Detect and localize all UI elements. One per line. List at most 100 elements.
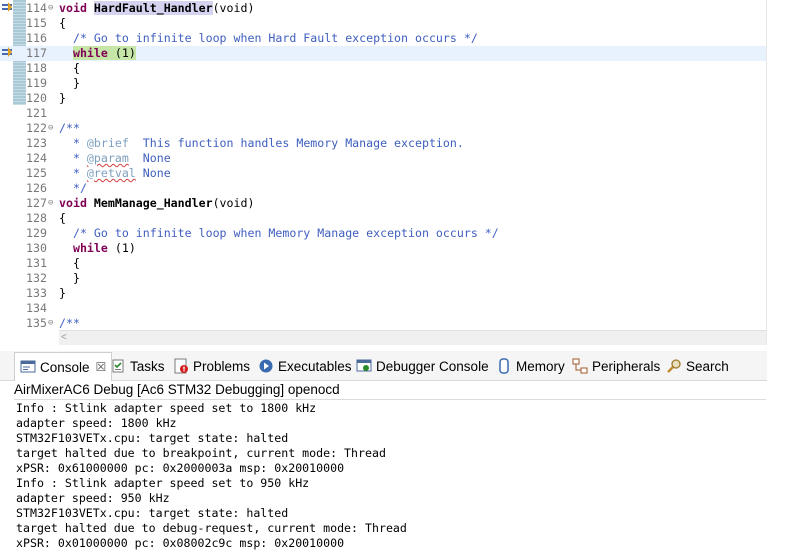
tab-label: Problems [193, 358, 251, 374]
line-number: 133 [26, 286, 47, 300]
code-token: void [59, 196, 87, 210]
console-output[interactable]: Info : Stlink adapter speed set to 1800 … [16, 401, 766, 551]
line-number: 116 [26, 31, 47, 45]
console-view: Console ☒ Tasks Problems Executables Deb… [0, 351, 809, 557]
memory-icon [496, 358, 512, 374]
debug-pointer-icon [2, 2, 12, 12]
tab-search[interactable]: Search [666, 354, 729, 378]
editor-divider [766, 0, 767, 345]
fold-toggle-icon[interactable]: ⊖ [48, 1, 58, 16]
code-line[interactable]: 125 * @retval None [0, 166, 767, 181]
code-text: * @retval None [59, 166, 171, 181]
code-line[interactable]: 131 { [0, 256, 767, 271]
code-line[interactable]: 123 * @brief This function handles Memor… [0, 136, 767, 151]
line-number: 129 [26, 226, 47, 240]
code-text: /** [59, 121, 80, 136]
line-number: 128 [26, 211, 47, 225]
code-line[interactable]: 135 ⊖/** [0, 316, 767, 331]
code-token: (void) [212, 196, 255, 210]
tab-label: Tasks [130, 358, 165, 374]
code-text: { [59, 256, 80, 271]
code-line[interactable]: 124 * @param None [0, 151, 767, 166]
code-line[interactable]: 126 */ [0, 181, 767, 196]
console-line: Info : Stlink adapter speed set to 1800 … [16, 401, 317, 415]
code-token: { [59, 211, 66, 225]
console-line: STM32F103VETx.cpu: target state: halted [16, 431, 289, 445]
code-line[interactable]: 134 [0, 301, 767, 316]
code-text: /** [59, 316, 80, 331]
tab-label: Debugger Console [376, 358, 489, 374]
code-text: void MemManage_Handler(void) [59, 196, 254, 211]
line-number: 121 [26, 106, 47, 120]
code-text: */ [59, 181, 87, 196]
code-editor[interactable]: 114 ⊖ void HardFault_Handler(void) 115{116 … [0, 0, 767, 345]
console-line: Info : Stlink adapter speed set to 950 k… [16, 476, 310, 490]
view-tab-bar: Console ☒ Tasks Problems Executables Deb… [0, 351, 767, 381]
tab-label: Executables [278, 358, 352, 374]
code-line[interactable]: 118 { [0, 61, 767, 76]
code-line[interactable]: 128 { [0, 211, 767, 226]
code-token: MemManage_Handler [93, 196, 213, 210]
scroll-left-icon[interactable]: < [61, 331, 67, 345]
tab-label: Search [686, 358, 729, 374]
tab-peripherals[interactable]: Peripherals [572, 354, 660, 378]
code-line[interactable]: 130 while (1) [0, 241, 767, 256]
code-line[interactable]: 116 /* Go to infinite loop when Hard Fau… [0, 31, 767, 46]
line-number: 125 [26, 166, 47, 180]
tab-tasks[interactable]: Tasks [110, 354, 165, 378]
code-text: } [59, 271, 80, 286]
code-line[interactable]: 119 } [0, 76, 767, 91]
tab-label: Peripherals [592, 358, 661, 374]
tasks-icon [110, 358, 126, 374]
tab-executables[interactable]: Executables [258, 354, 352, 378]
tab-memory[interactable]: Memory [496, 354, 565, 378]
line-number: 120 [26, 91, 47, 105]
fold-toggle-icon[interactable]: ⊖ [48, 121, 58, 136]
code-token: } [59, 76, 80, 90]
line-number: 114 [26, 1, 47, 15]
code-line[interactable]: 129 /* Go to infinite loop when Memory M… [0, 226, 767, 241]
code-token: /* Go to infinite loop when Memory Manag… [72, 226, 499, 240]
code-token: } [59, 286, 66, 300]
code-line[interactable]: 115 { [0, 16, 767, 31]
code-token: (1) [107, 46, 136, 60]
line-number: 135 [26, 316, 47, 330]
tab-label: Memory [516, 358, 565, 374]
line-number: 134 [26, 301, 47, 315]
line-number: 117 [26, 46, 47, 60]
code-text: } [59, 286, 66, 301]
debugger-console-icon [356, 358, 372, 374]
code-line[interactable]: 120} [0, 91, 767, 106]
problems-icon [173, 358, 189, 374]
code-token: (void) [212, 1, 255, 15]
fold-toggle-icon[interactable]: ⊖ [48, 196, 58, 211]
code-text: while (1) [59, 46, 136, 61]
code-token: (1) [107, 241, 136, 255]
code-line[interactable]: 114 ⊖ void HardFault_Handler(void) [0, 1, 767, 16]
close-tab-icon[interactable]: ☒ [96, 360, 107, 374]
peripherals-icon [572, 358, 588, 374]
code-line[interactable]: 117 while (1) [0, 46, 767, 61]
line-number: 123 [26, 136, 47, 150]
code-line[interactable]: 132 } [0, 271, 767, 286]
console-title: AirMixerAC6 Debug [Ac6 STM32 Debugging] … [14, 382, 340, 397]
horizontal-scrollbar[interactable]: < [59, 330, 766, 345]
code-text: } [59, 76, 80, 91]
tab-debugger-console[interactable]: Debugger Console [356, 354, 489, 378]
fold-toggle-icon[interactable]: ⊖ [48, 316, 58, 331]
search-icon [666, 358, 682, 374]
console-divider [14, 399, 766, 400]
code-line[interactable]: 127 ⊖ void MemManage_Handler(void) [0, 196, 767, 211]
code-token: { [59, 61, 80, 75]
code-token: HardFault_Handler [93, 1, 213, 15]
code-line[interactable]: 122 ⊖/** [0, 121, 767, 136]
code-line[interactable]: 121 [0, 106, 767, 121]
tab-console[interactable]: Console ☒ [14, 352, 113, 381]
tab-problems[interactable]: Problems [173, 354, 250, 378]
code-token: @retval [86, 166, 136, 180]
code-line[interactable]: 133} [0, 286, 767, 301]
